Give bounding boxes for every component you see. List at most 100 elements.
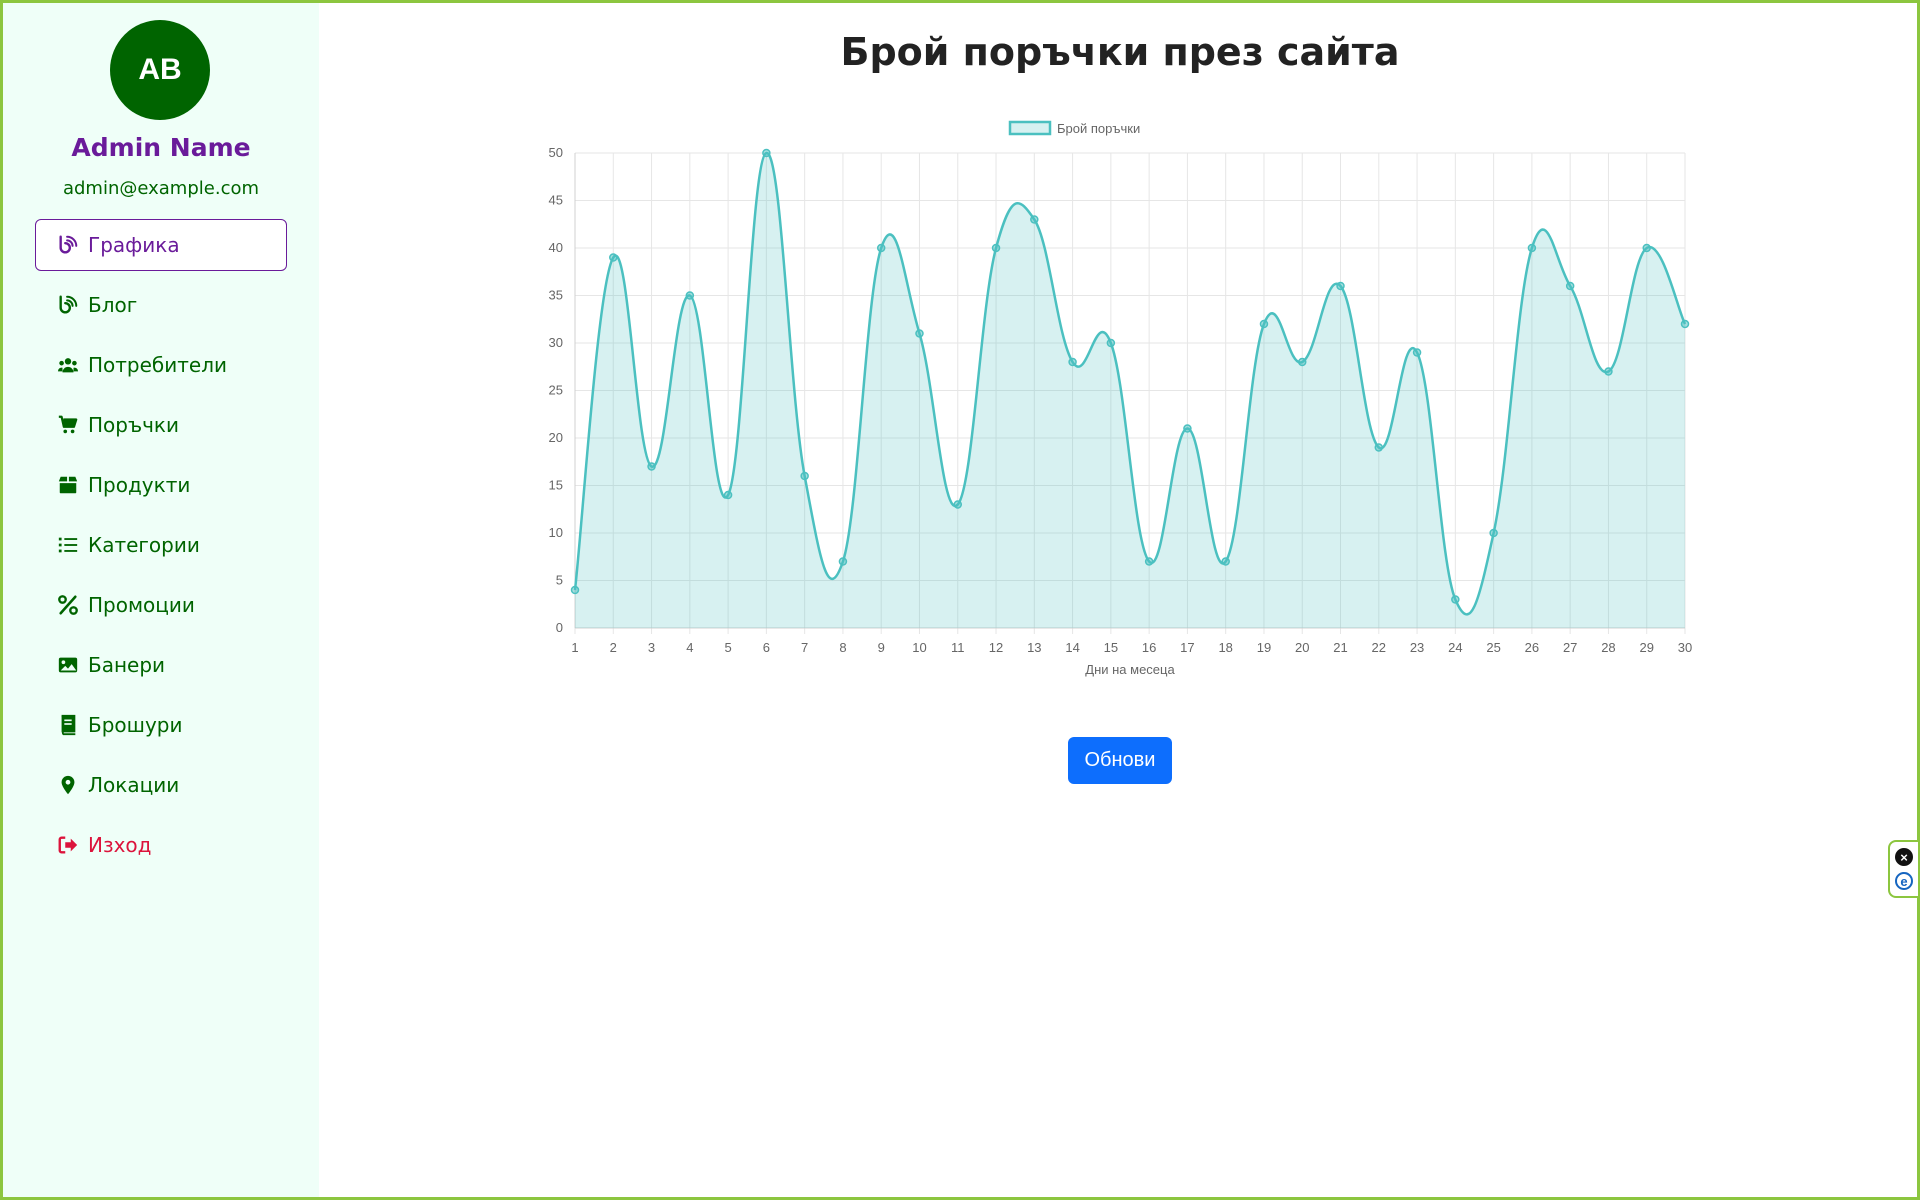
sidebar-item-logout[interactable]: Изход [35, 819, 287, 871]
users-icon [56, 353, 80, 377]
x-tick-label: 8 [839, 640, 846, 655]
x-tick-label: 26 [1525, 640, 1539, 655]
sidebar-item-label: Промоции [88, 593, 195, 617]
y-tick-label: 15 [549, 478, 563, 493]
data-point [1527, 243, 1537, 253]
box-icon [56, 473, 80, 497]
side-widget[interactable]: × e [1888, 840, 1918, 898]
sidebar-item-label: Блог [88, 293, 138, 317]
sidebar-item-promotions[interactable]: Промоции [35, 579, 287, 631]
x-tick-label: 4 [686, 640, 693, 655]
x-tick-label: 2 [610, 640, 617, 655]
data-point [991, 243, 1001, 253]
x-tick-label: 7 [801, 640, 808, 655]
y-tick-label: 40 [549, 240, 563, 255]
y-tick-label: 10 [549, 525, 563, 540]
close-icon[interactable]: × [1895, 848, 1913, 866]
data-point [685, 291, 695, 300]
x-tick-label: 3 [648, 640, 655, 655]
sidebar-item-categories[interactable]: Категории [35, 519, 287, 571]
x-axis-title: Дни на месеца [1085, 662, 1175, 677]
x-tick-label: 13 [1027, 640, 1041, 655]
sidebar-item-brochures[interactable]: Брошури [35, 699, 287, 751]
data-point [1221, 557, 1230, 566]
extension-icon[interactable]: e [1895, 872, 1913, 890]
data-point [1030, 215, 1039, 224]
y-tick-label: 30 [549, 335, 563, 350]
x-tick-label: 9 [878, 640, 885, 655]
sidebar-item-label: Банери [88, 653, 166, 677]
sidebar-item-label: Брошури [88, 713, 183, 737]
y-tick-label: 0 [556, 620, 563, 635]
x-tick-label: 29 [1639, 640, 1653, 655]
data-point [1259, 319, 1269, 329]
sidebar-item-label: Продукти [88, 473, 191, 497]
cart-icon [56, 413, 80, 437]
legend-swatch [1008, 120, 1052, 136]
data-point [570, 585, 580, 595]
sidebar-item-locations[interactable]: Локации [35, 759, 287, 811]
page-title: Брой поръчки през сайта [840, 30, 1400, 74]
x-tick-label: 19 [1257, 640, 1271, 655]
x-tick-label: 30 [1678, 640, 1692, 655]
data-point [1680, 319, 1690, 329]
admin-name: Admin Name [71, 133, 251, 162]
x-tick-label: 6 [763, 640, 770, 655]
data-point [647, 462, 656, 471]
sidebar-item-blog[interactable]: Блог [35, 279, 287, 331]
sidebar: AB Admin Name admin@example.com Графика … [3, 3, 319, 1197]
x-tick-label: 22 [1372, 640, 1386, 655]
data-point [762, 148, 771, 158]
x-tick-label: 17 [1180, 640, 1194, 655]
data-point [953, 500, 963, 509]
data-point [1297, 357, 1307, 367]
sidebar-item-banners[interactable]: Банери [35, 639, 287, 691]
data-point [1106, 338, 1116, 348]
blog-icon [56, 293, 80, 317]
sidebar-item-users[interactable]: Потребители [35, 339, 287, 391]
data-point [1068, 357, 1077, 367]
data-point [1451, 595, 1460, 604]
sidebar-item-label: Поръчки [88, 413, 179, 437]
x-tick-label: 14 [1065, 640, 1079, 655]
x-tick-label: 5 [724, 640, 731, 655]
sidebar-item-label: Категории [88, 533, 200, 557]
list-icon [56, 533, 80, 557]
x-tick-label: 25 [1486, 640, 1500, 655]
x-tick-label: 20 [1295, 640, 1309, 655]
x-tick-label: 15 [1104, 640, 1118, 655]
x-tick-label: 24 [1448, 640, 1462, 655]
data-point [723, 490, 733, 500]
data-point [876, 243, 886, 253]
x-tick-label: 12 [989, 640, 1003, 655]
blog-icon [56, 233, 80, 257]
data-point [1489, 528, 1498, 538]
data-point [915, 329, 924, 338]
location-pin-icon [56, 773, 80, 797]
avatar: AB [110, 20, 210, 120]
sidebar-item-charts[interactable]: Графика [35, 219, 287, 271]
x-tick-label: 1 [571, 640, 578, 655]
x-tick-label: 18 [1218, 640, 1232, 655]
x-tick-label: 27 [1563, 640, 1577, 655]
refresh-button[interactable]: Обнови [1068, 737, 1172, 784]
x-tick-label: 21 [1333, 640, 1347, 655]
sign-out-icon [56, 833, 80, 857]
data-point [609, 253, 618, 262]
data-point [1565, 281, 1575, 291]
y-tick-label: 20 [549, 430, 563, 445]
sidebar-item-label: Графика [88, 233, 180, 257]
x-tick-label: 11 [951, 640, 965, 655]
sidebar-item-label: Изход [88, 833, 152, 857]
sidebar-item-products[interactable]: Продукти [35, 459, 287, 511]
data-point [1604, 367, 1613, 376]
y-tick-label: 35 [549, 288, 563, 303]
y-tick-label: 25 [549, 383, 563, 398]
x-tick-label: 23 [1410, 640, 1424, 655]
orders-chart: 051015202530354045501 2 3 4 5 6 7 8 9 10 11 12 13 14 1… [549, 120, 1692, 677]
image-icon [56, 653, 80, 677]
sidebar-item-orders[interactable]: Поръчки [35, 399, 287, 451]
data-point [1183, 424, 1192, 433]
data-point [800, 471, 809, 481]
book-icon [56, 713, 80, 737]
